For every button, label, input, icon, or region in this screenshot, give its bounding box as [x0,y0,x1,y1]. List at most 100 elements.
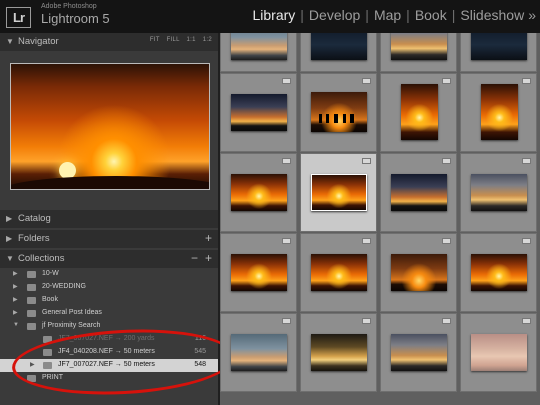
zoom-fit-option[interactable]: FIT [150,37,160,43]
lightroom-window: Lr Adobe Photoshop Lightroom 5 Library |… [0,0,540,405]
photo-thumbnail[interactable] [311,254,367,291]
badge-icon [362,238,371,244]
grid-cell[interactable] [300,313,377,392]
collapse-triangle-icon[interactable]: ▼ [13,322,19,328]
collection-item[interactable]: ▶ 20-WEDDING [0,281,218,294]
collection-label: 10-W [42,270,59,277]
grid-cell[interactable] [380,313,457,392]
photo-thumbnail[interactable] [471,254,527,291]
catalog-title: Catalog [18,213,51,224]
badge-icon [442,158,451,164]
module-slideshow[interactable]: Slideshow [460,7,524,23]
grid-cell[interactable] [460,313,537,392]
add-collection-icon[interactable]: + [205,251,212,265]
expand-triangle-icon[interactable]: ▶ [13,309,18,316]
grid-cell[interactable] [220,33,297,72]
people-silhouette [319,114,357,123]
collapse-triangle-icon: ▼ [6,37,14,46]
photo-thumbnail[interactable] [311,92,367,132]
collection-label: jf Proximity Search [42,322,101,329]
photo-thumbnail[interactable] [391,254,447,291]
add-folder-icon[interactable]: + [205,231,212,245]
photo-thumbnail[interactable] [471,334,527,371]
photo-thumbnail[interactable] [391,174,447,211]
more-modules-icon[interactable]: » [528,7,536,23]
grid-cell[interactable] [300,73,377,152]
collection-label: 20-WEDDING [42,283,86,290]
module-map[interactable]: Map [374,7,401,23]
photo-thumbnail[interactable] [471,33,527,60]
grid-cell[interactable] [300,33,377,72]
grid-cell[interactable] [460,153,537,232]
zoom-1-2-option[interactable]: 1:2 [203,37,212,43]
collection-set-icon [27,284,36,291]
adobe-label: Adobe Photoshop [41,3,97,10]
photo-thumbnail[interactable] [401,84,438,140]
module-separator: | [451,7,456,23]
photo-thumbnail[interactable] [231,254,287,291]
folders-header[interactable]: ▶ Folders + [0,230,218,248]
badge-icon [282,318,291,324]
module-book[interactable]: Book [415,7,447,23]
photo-thumbnail[interactable] [231,334,287,371]
expand-triangle-icon: ▶ [6,234,13,243]
navigator-header[interactable]: ▼ Navigator FIT FILL 1:1 1:2 [0,33,218,51]
zoom-1-1-option[interactable]: 1:1 [187,37,196,43]
catalog-header[interactable]: ▶ Catalog [0,210,218,228]
collection-set-icon [27,310,36,317]
collection-item[interactable]: ▶ 10-W [0,268,218,281]
grid-cell[interactable] [460,33,537,72]
collection-set-icon [27,323,36,330]
grid-cell[interactable] [380,153,457,232]
badge-icon [442,238,451,244]
photo-thumbnail[interactable] [391,33,447,60]
collapse-triangle-icon: ▼ [6,254,14,263]
hill-silhouette [11,176,209,189]
remove-collection-icon[interactable]: − [191,251,198,265]
collections-header[interactable]: ▼ Collections − + [0,250,218,268]
grid-cell[interactable] [380,33,457,72]
module-develop[interactable]: Develop [309,7,360,23]
product-name: Lightroom 5 [41,11,110,26]
grid-cell[interactable] [300,233,377,312]
photo-thumbnail[interactable] [471,174,527,211]
expand-triangle-icon: ▶ [6,214,13,223]
grid-cell[interactable] [380,233,457,312]
photo-thumbnail[interactable] [481,84,518,140]
photo-thumbnail[interactable] [311,334,367,371]
grid-cell[interactable] [220,73,297,152]
badge-icon [362,78,371,84]
navigator-preview-image[interactable] [10,63,210,190]
photo-thumbnail[interactable] [311,174,367,211]
collection-item[interactable]: ▶ Book [0,294,218,307]
grid-cell[interactable] [220,233,297,312]
grid-cell[interactable] [460,73,537,152]
badge-icon [442,78,451,84]
photo-thumbnail[interactable] [231,94,287,131]
expand-triangle-icon[interactable]: ▶ [13,296,18,303]
lightroom-logo: Lr [6,7,31,28]
collection-label: Book [42,296,58,303]
expand-triangle-icon[interactable]: ▶ [13,270,18,277]
grid-cell-selected[interactable] [300,153,377,232]
photo-thumbnail[interactable] [391,334,447,371]
collection-set-icon [27,271,36,278]
grid-cell[interactable] [220,153,297,232]
thumbnail-grid [220,33,540,405]
grid-cell[interactable] [460,233,537,312]
module-library[interactable]: Library [252,7,295,23]
photo-thumbnail[interactable] [311,33,367,60]
collections-title: Collections [18,253,65,264]
expand-triangle-icon[interactable]: ▶ [13,283,18,290]
badge-icon [362,318,371,324]
collection-set-icon [27,297,36,304]
collection-item[interactable]: ▶ General Post Ideas [0,307,218,320]
badge-icon [522,318,531,324]
photo-thumbnail[interactable] [231,174,287,211]
grid-cell[interactable] [220,313,297,392]
photo-thumbnail[interactable] [231,33,287,60]
grid-cell[interactable] [380,73,457,152]
folders-title: Folders [18,233,50,244]
module-picker: Library | Develop | Map | Book | Slidesh… [252,7,536,23]
zoom-fill-option[interactable]: FILL [167,37,180,43]
